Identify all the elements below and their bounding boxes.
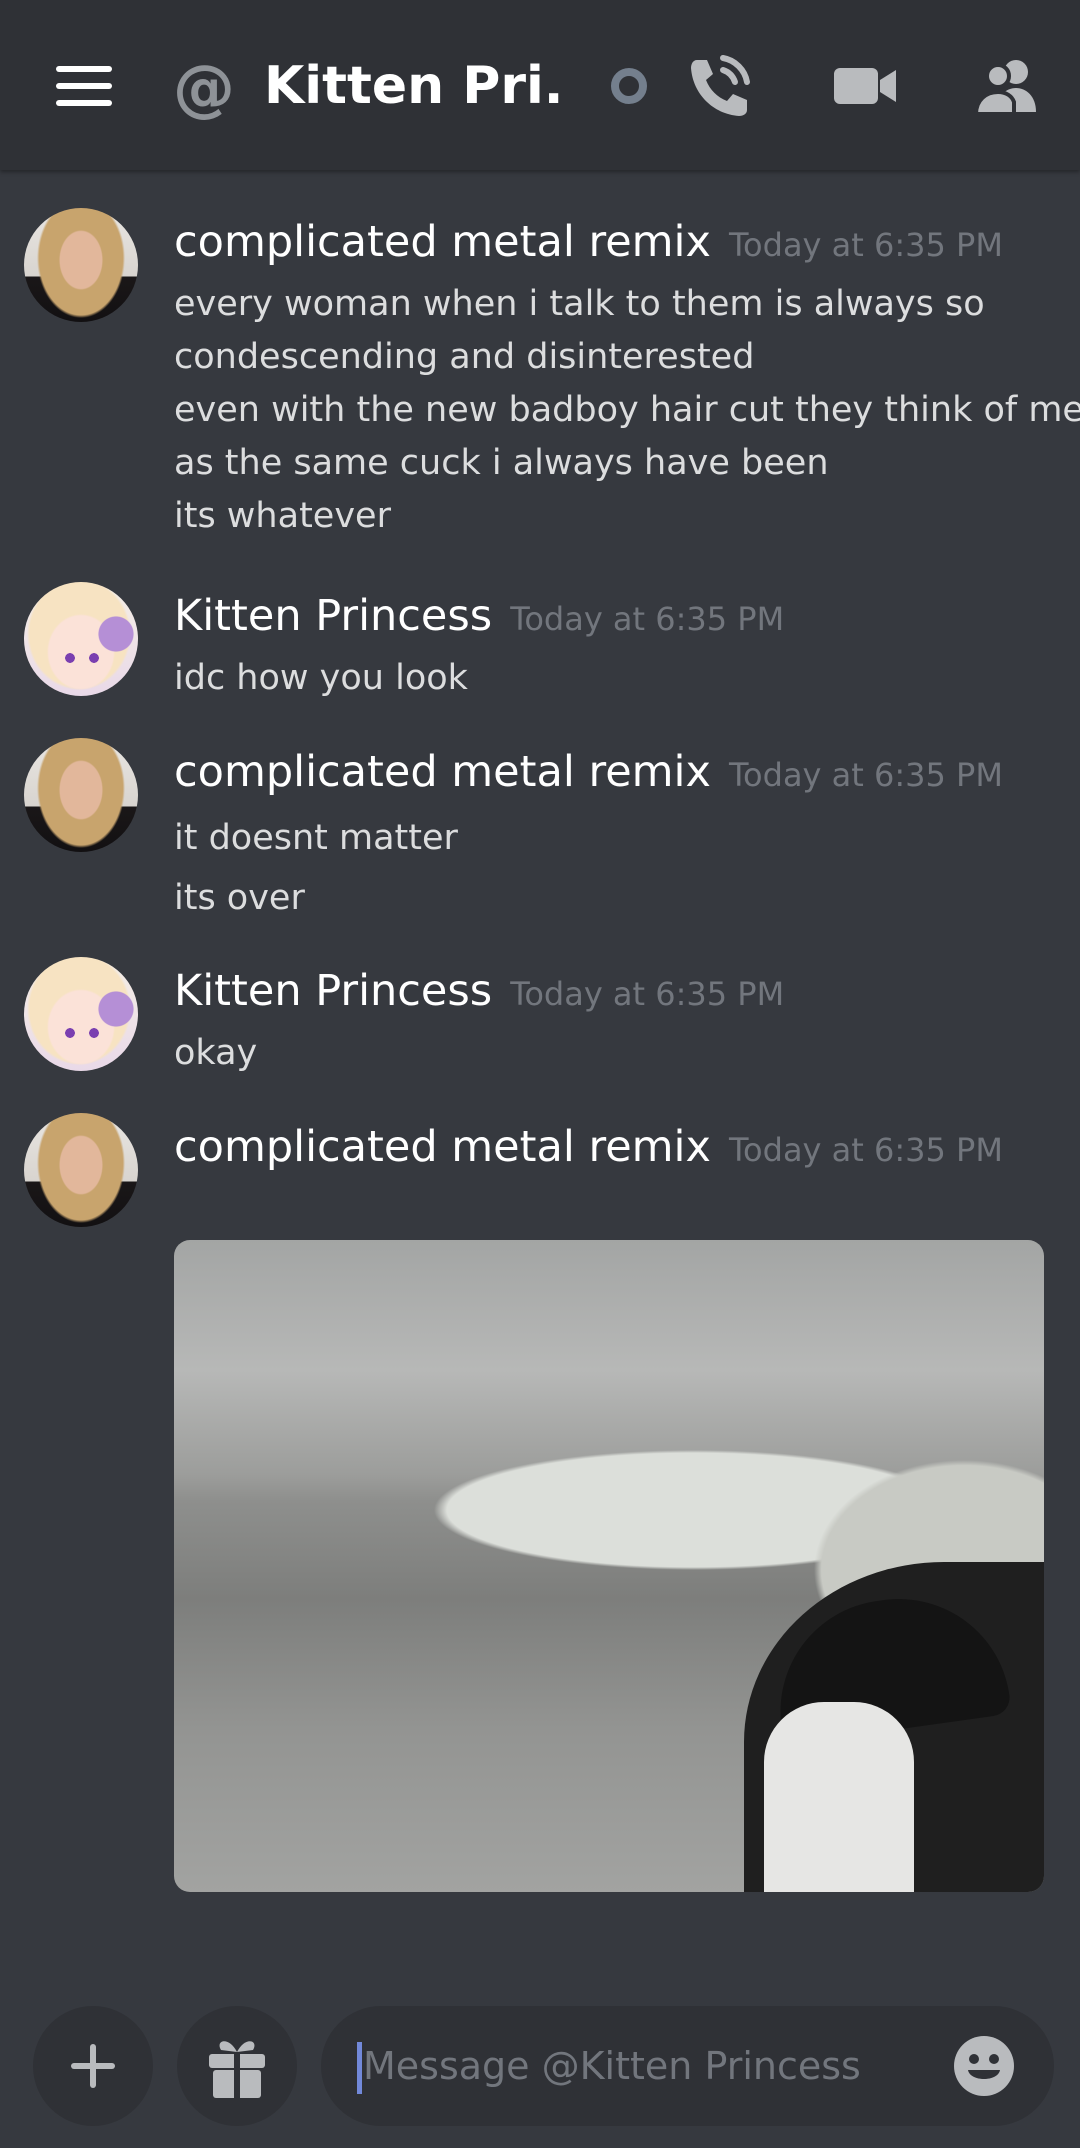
image-attachment[interactable] bbox=[174, 1240, 1044, 1892]
emoji-smile-icon[interactable] bbox=[952, 2034, 1016, 2098]
message-line: its over bbox=[174, 878, 305, 918]
avatar[interactable] bbox=[24, 738, 138, 852]
message-content: it doesnt matter its over bbox=[174, 808, 1064, 928]
message-line: even with the new badboy hair cut they t… bbox=[174, 390, 1080, 430]
avatar[interactable] bbox=[24, 208, 138, 322]
at-sign-icon: @ bbox=[173, 51, 235, 124]
message-timestamp: Today at 6:35 PM bbox=[510, 975, 785, 1013]
message-line: it doesnt matter bbox=[174, 818, 458, 858]
message-line: idc how you look bbox=[174, 658, 468, 698]
message-input[interactable] bbox=[361, 2030, 921, 2102]
status-offline-icon bbox=[611, 68, 647, 104]
phone-call-icon[interactable] bbox=[683, 54, 753, 118]
message-header: Kitten Princess Today at 6:35 PM bbox=[174, 588, 784, 644]
author-name[interactable]: Kitten Princess bbox=[174, 591, 492, 641]
video-camera-icon[interactable] bbox=[830, 54, 900, 118]
hamburger-menu-icon[interactable] bbox=[56, 66, 112, 106]
author-name[interactable]: complicated metal remix bbox=[174, 747, 711, 797]
message-line: okay bbox=[174, 1033, 258, 1073]
gift-button[interactable] bbox=[177, 2006, 297, 2126]
message-content: every woman when i talk to them is alway… bbox=[174, 278, 1080, 543]
avatar[interactable] bbox=[24, 957, 138, 1071]
gift-icon bbox=[209, 2041, 265, 2098]
avatar[interactable] bbox=[24, 1113, 138, 1227]
plus-icon bbox=[71, 2044, 115, 2088]
author-name[interactable]: complicated metal remix bbox=[174, 217, 711, 267]
message-header: complicated metal remix Today at 6:35 PM bbox=[174, 1119, 1003, 1175]
message-line: condescending and disinterested bbox=[174, 337, 755, 377]
message-timestamp: Today at 6:35 PM bbox=[728, 1131, 1003, 1169]
message-line: every woman when i talk to them is alway… bbox=[174, 284, 985, 324]
message-timestamp: Today at 6:35 PM bbox=[728, 756, 1003, 794]
members-icon[interactable] bbox=[972, 54, 1042, 118]
add-attachment-button[interactable] bbox=[33, 2006, 153, 2126]
author-name[interactable]: Kitten Princess bbox=[174, 966, 492, 1016]
message-timestamp: Today at 6:35 PM bbox=[728, 226, 1003, 264]
avatar[interactable] bbox=[24, 582, 138, 696]
channel-header: @ Kitten Pri... bbox=[0, 0, 1080, 170]
attachment-figure bbox=[764, 1702, 914, 1892]
message-line: as the same cuck i always have been bbox=[174, 443, 829, 483]
message-box[interactable] bbox=[321, 2006, 1054, 2126]
message-list[interactable]: complicated metal remix Today at 6:35 PM … bbox=[0, 170, 1080, 1970]
dm-recipient-title[interactable]: Kitten Pri... bbox=[264, 50, 564, 122]
message-timestamp: Today at 6:35 PM bbox=[510, 600, 785, 638]
message-content: okay bbox=[174, 1027, 1064, 1080]
message-header: complicated metal remix Today at 6:35 PM bbox=[174, 214, 1003, 270]
message-composer bbox=[0, 1980, 1080, 2148]
message-line: its whatever bbox=[174, 496, 391, 536]
message-content: idc how you look bbox=[174, 652, 1064, 705]
message-header: complicated metal remix Today at 6:35 PM bbox=[174, 744, 1003, 800]
message-header: Kitten Princess Today at 6:35 PM bbox=[174, 963, 784, 1019]
author-name[interactable]: complicated metal remix bbox=[174, 1122, 711, 1172]
